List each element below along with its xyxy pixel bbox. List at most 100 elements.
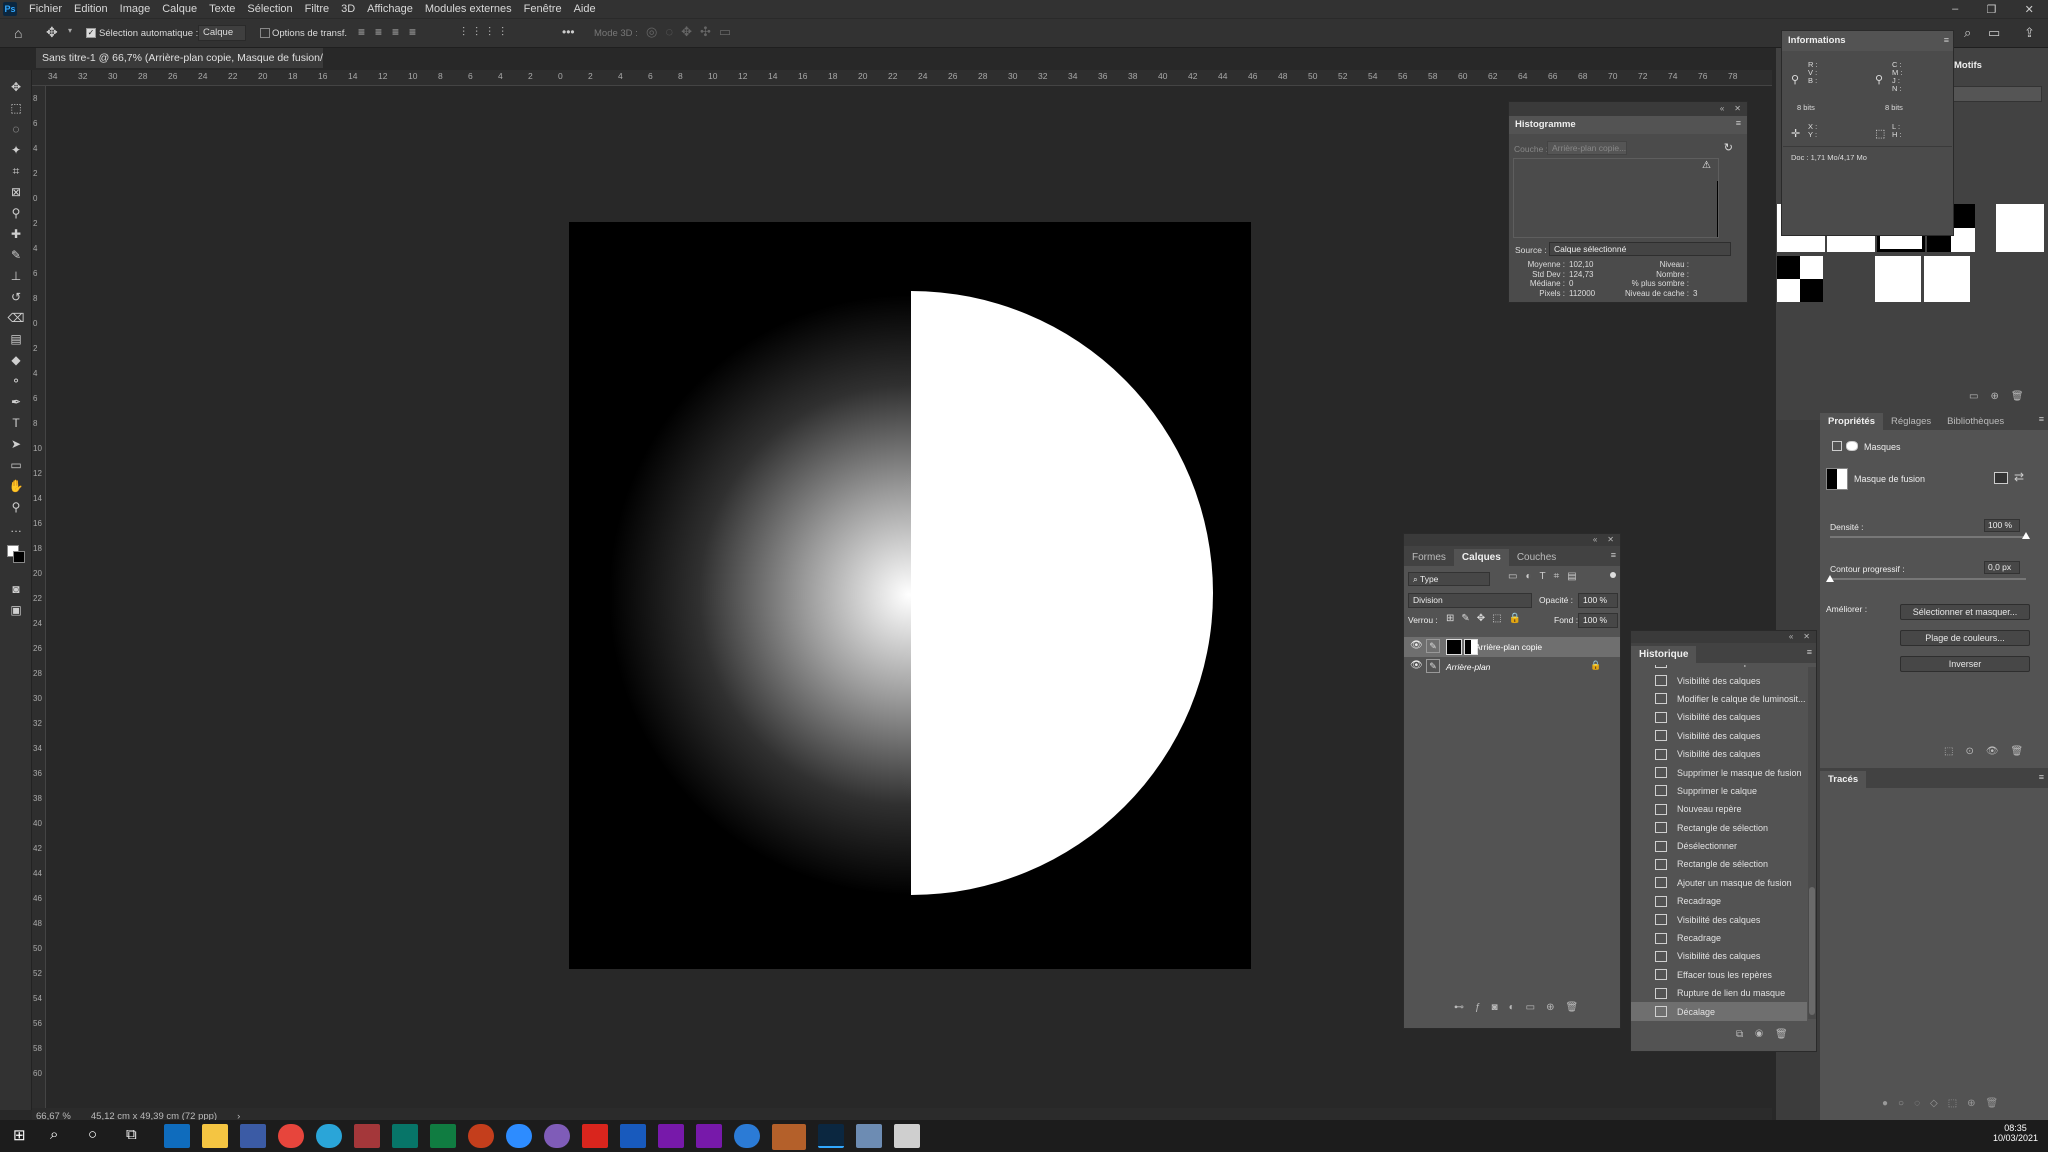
search-icon[interactable]: ⌕ bbox=[50, 1126, 58, 1143]
blend-mode-dropdown[interactable]: Division bbox=[1408, 593, 1532, 608]
motifs-footer-icons[interactable]: ▭⊕🗑 bbox=[1969, 391, 2036, 402]
opacity-input[interactable]: 100 % bbox=[1578, 593, 1618, 608]
app-icon[interactable] bbox=[240, 1124, 266, 1148]
teams-icon[interactable] bbox=[772, 1124, 806, 1150]
layer-mask-icon[interactable] bbox=[1846, 441, 1858, 451]
crop-tool-icon[interactable]: ⌗ bbox=[7, 162, 25, 180]
healing-tool-icon[interactable]: ✚ bbox=[7, 225, 25, 243]
excel-icon[interactable] bbox=[430, 1124, 456, 1148]
app-icon[interactable] bbox=[544, 1124, 570, 1148]
minimize-icon[interactable]: – bbox=[1952, 3, 1958, 15]
history-item[interactable]: Désélectionner bbox=[1631, 837, 1807, 855]
couche-dropdown[interactable]: Arrière-plan copie... bbox=[1547, 141, 1627, 155]
magic-wand-tool-icon[interactable]: ✦ bbox=[7, 141, 25, 159]
feather-input[interactable]: 0,0 px bbox=[1984, 561, 2020, 574]
align-icons[interactable]: ≡≡≡≡ bbox=[358, 25, 426, 39]
shape-tool-icon[interactable]: ▭ bbox=[7, 456, 25, 474]
layer-row[interactable]: 👁 ✎ Arrière-plan copie bbox=[1404, 637, 1620, 657]
refresh-icon[interactable]: ↻ bbox=[1724, 141, 1733, 154]
collapse-icon[interactable]: « bbox=[1593, 534, 1597, 546]
history-item[interactable]: Recadrage bbox=[1631, 929, 1807, 947]
density-slider-thumb[interactable] bbox=[2022, 532, 2030, 539]
distribute-icons[interactable]: ⫶⫶⫶⫶ bbox=[462, 25, 514, 40]
collapse-icon[interactable]: « bbox=[1720, 102, 1724, 116]
history-item[interactable]: Décalage bbox=[1631, 1002, 1807, 1021]
edge-icon[interactable] bbox=[734, 1124, 760, 1148]
collapse-icon[interactable]: « bbox=[1789, 631, 1793, 643]
photoshop-taskbar-icon[interactable] bbox=[818, 1124, 844, 1148]
path-selection-tool-icon[interactable]: ➤ bbox=[7, 435, 25, 453]
properties-footer-icons[interactable]: ⬚⊙👁🗑 bbox=[1944, 746, 2035, 757]
chevron-down-icon[interactable]: ▾ bbox=[68, 26, 72, 35]
outlook-icon[interactable] bbox=[164, 1124, 190, 1148]
feather-slider-thumb[interactable] bbox=[1826, 575, 1834, 582]
access-icon[interactable] bbox=[354, 1124, 380, 1148]
layers-footer-icons[interactable]: ⊷ƒ◙◐▭⊕🗑 bbox=[1454, 1002, 1589, 1013]
marquee-tool-icon[interactable]: ⬚ bbox=[7, 99, 25, 117]
tab-bibliotheques[interactable]: Bibliothèques bbox=[1939, 413, 2012, 430]
history-scroll-thumb[interactable] bbox=[1809, 887, 1815, 1015]
powerpoint-icon[interactable] bbox=[468, 1124, 494, 1148]
color-range-button[interactable]: Plage de couleurs... bbox=[1900, 630, 2030, 646]
hand-tool-icon[interactable]: ✋ bbox=[7, 477, 25, 495]
3d-tool-icons[interactable]: ◎◌✥✣▭ bbox=[646, 24, 739, 40]
lasso-tool-icon[interactable]: ◌ bbox=[7, 120, 25, 138]
history-item[interactable]: Rectangle de sélection bbox=[1631, 819, 1807, 837]
app-icon[interactable] bbox=[856, 1124, 882, 1148]
chrome-icon[interactable] bbox=[278, 1124, 304, 1148]
word-icon[interactable] bbox=[620, 1124, 646, 1148]
quick-mask-icon[interactable]: ◙ bbox=[7, 580, 25, 598]
histogram-title[interactable]: Histogramme bbox=[1509, 116, 1747, 134]
layer-filter-dropdown[interactable]: ⌕ Type bbox=[1408, 572, 1490, 586]
select-pixel-mask-icon[interactable] bbox=[1994, 472, 2008, 484]
pattern-swatch-6[interactable] bbox=[1777, 256, 1823, 302]
density-slider-track[interactable] bbox=[1830, 536, 2026, 538]
tab-traces[interactable]: Tracés bbox=[1820, 771, 1867, 788]
lock-icons[interactable]: ⊞✎✥⬚🔒 bbox=[1446, 613, 1528, 624]
background-color-swatch[interactable] bbox=[13, 551, 25, 563]
history-item[interactable]: Rectangle de sélection bbox=[1631, 855, 1807, 873]
panel-menu-icon[interactable]: ≡ bbox=[1807, 647, 1812, 657]
menu-3d[interactable]: 3D bbox=[335, 3, 361, 15]
acrobat-icon[interactable] bbox=[582, 1124, 608, 1148]
menu-aide[interactable]: Aide bbox=[568, 3, 602, 15]
brush-tool-icon[interactable]: ✎ bbox=[7, 246, 25, 264]
history-item[interactable]: Nouveau repère bbox=[1631, 800, 1807, 818]
fill-input[interactable]: 100 % bbox=[1578, 613, 1618, 628]
motifs-tab[interactable]: Motifs bbox=[1954, 60, 1982, 71]
task-view-icon[interactable]: ⧉ bbox=[126, 1126, 137, 1143]
tab-calques[interactable]: Calques bbox=[1453, 549, 1509, 566]
menu-fenetre[interactable]: Fenêtre bbox=[518, 3, 568, 15]
menu-modules-externes[interactable]: Modules externes bbox=[419, 3, 518, 15]
gradient-tool-icon[interactable]: ▤ bbox=[7, 330, 25, 348]
move-tool-icon[interactable]: ✥ bbox=[46, 24, 58, 41]
menu-edition[interactable]: Edition bbox=[68, 3, 114, 15]
history-item[interactable]: Visibilité des calques bbox=[1631, 708, 1807, 726]
more-tools-icon[interactable]: … bbox=[7, 519, 25, 537]
select-and-mask-button[interactable]: Sélectionner et masquer... bbox=[1900, 604, 2030, 620]
clock[interactable]: 08:35 10/03/2021 bbox=[1993, 1123, 2038, 1143]
publisher-icon[interactable] bbox=[392, 1124, 418, 1148]
paths-footer-icons[interactable]: ●○◌◇⬚⊕🗑 bbox=[1882, 1098, 2008, 1109]
menu-fichier[interactable]: Fichier bbox=[23, 3, 68, 15]
calculator-icon[interactable] bbox=[894, 1124, 920, 1148]
document-tab[interactable]: Sans titre-1 @ 66,7% (Arrière-plan copie… bbox=[36, 48, 323, 68]
eraser-tool-icon[interactable]: ⌫ bbox=[7, 309, 25, 327]
layer-thumbnail[interactable] bbox=[1446, 639, 1462, 655]
panel-menu-icon[interactable]: ≡ bbox=[1736, 118, 1741, 128]
eye-icon[interactable]: 👁 bbox=[1410, 640, 1423, 651]
auto-select-checkbox[interactable]: ✓ bbox=[86, 28, 96, 38]
frame-tool-icon[interactable]: ⊠ bbox=[7, 183, 25, 201]
pattern-swatch-7[interactable] bbox=[1875, 256, 1921, 302]
close-panel-icon[interactable]: ✕ bbox=[1607, 534, 1614, 546]
eyedropper-tool-icon[interactable]: ⚲ bbox=[7, 204, 25, 222]
history-item[interactable]: Supprimer le calque bbox=[1631, 782, 1807, 800]
layer-name[interactable]: Arrière-plan bbox=[1446, 662, 1490, 672]
tab-formes[interactable]: Formes bbox=[1404, 549, 1454, 566]
menu-filtre[interactable]: Filtre bbox=[299, 3, 335, 15]
share-icon[interactable]: ⇪ bbox=[2024, 25, 2035, 41]
source-dropdown[interactable]: Calque sélectionné bbox=[1549, 242, 1731, 256]
history-item[interactable]: Effacer tous les repères bbox=[1631, 966, 1807, 984]
history-item[interactable]: Visibilité des calques bbox=[1631, 671, 1807, 689]
history-footer-icons[interactable]: ⧉◉🗑 bbox=[1736, 1029, 1800, 1040]
